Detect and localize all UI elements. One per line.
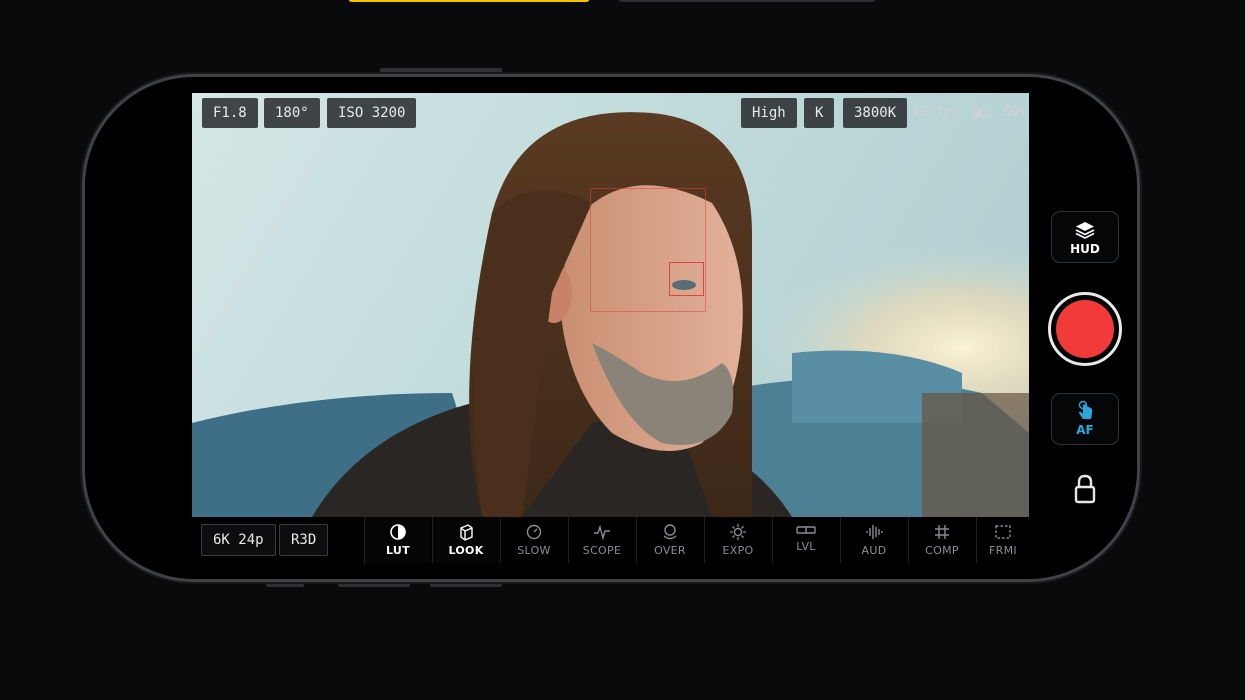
aperture-chip[interactable]: F1.8 bbox=[202, 98, 258, 128]
layers-icon bbox=[1075, 222, 1095, 239]
tool-label: LOOK bbox=[448, 544, 484, 557]
battery-percent: 60% bbox=[1002, 105, 1027, 120]
tool-over[interactable]: OVER bbox=[636, 517, 703, 563]
record-button[interactable] bbox=[1048, 292, 1122, 366]
iso-chip[interactable]: ISO 3200 bbox=[327, 98, 417, 128]
tool-label: LVL bbox=[796, 540, 816, 553]
tool-label: FRMI bbox=[989, 544, 1017, 557]
resolution-framerate-chip[interactable]: 6K 24p bbox=[201, 524, 276, 556]
tool-slow[interactable]: SLOW bbox=[500, 517, 567, 563]
hud-label: HUD bbox=[1070, 242, 1100, 256]
eye-focus-box[interactable] bbox=[669, 262, 704, 296]
exposure-sun-icon bbox=[730, 524, 746, 540]
overlay-icon bbox=[663, 524, 677, 540]
audio-waveform-icon bbox=[866, 525, 883, 539]
hud-toggle-button[interactable]: HUD bbox=[1051, 211, 1119, 263]
autofocus-button[interactable]: AF bbox=[1051, 393, 1119, 445]
tool-lut[interactable]: LUT bbox=[364, 517, 431, 563]
composition-grid-icon bbox=[935, 525, 949, 539]
shutter-angle-chip[interactable]: 180° bbox=[264, 98, 320, 128]
tool-aud[interactable]: AUD bbox=[840, 517, 907, 563]
tap-hand-icon bbox=[1078, 400, 1092, 419]
quality-chip[interactable]: High bbox=[741, 98, 797, 128]
codec-chip[interactable]: R3D bbox=[279, 524, 329, 556]
tool-frmi[interactable]: FRMI bbox=[976, 517, 1029, 563]
white-balance-mode-chip[interactable]: K bbox=[804, 98, 835, 128]
status-readout: 49 fps 60% bbox=[912, 104, 1026, 122]
level-icon bbox=[796, 526, 816, 534]
scope-waveform-icon bbox=[594, 524, 610, 541]
tool-lvl[interactable]: LVL bbox=[772, 517, 839, 563]
tool-label: OVER bbox=[654, 544, 686, 557]
slow-gauge-icon bbox=[526, 524, 542, 540]
lock-icon[interactable] bbox=[1074, 474, 1096, 504]
tool-label: AUD bbox=[861, 544, 887, 557]
tool-look[interactable]: LOOK bbox=[432, 517, 499, 563]
tool-label: SCOPE bbox=[582, 544, 622, 557]
tool-expo[interactable]: EXPO bbox=[704, 517, 771, 563]
tool-label: EXPO bbox=[722, 544, 754, 557]
fps-readout: 49 fps bbox=[912, 105, 959, 120]
record-dot bbox=[1056, 300, 1114, 358]
frame-guide-icon bbox=[995, 525, 1011, 539]
battery-icon bbox=[972, 107, 991, 118]
color-temperature-chip[interactable]: 3800K bbox=[843, 98, 908, 128]
top-tab-active bbox=[348, 0, 590, 2]
tool-label: SLOW bbox=[517, 544, 551, 557]
lut-icon bbox=[390, 524, 406, 540]
af-label: AF bbox=[1076, 423, 1094, 437]
tool-scope[interactable]: SCOPE bbox=[568, 517, 635, 563]
look-cube-icon bbox=[460, 524, 473, 541]
tool-comp[interactable]: COMP bbox=[908, 517, 975, 563]
top-tab bbox=[618, 0, 876, 2]
tool-label: COMP bbox=[925, 544, 959, 557]
tool-label: LUT bbox=[386, 544, 410, 557]
